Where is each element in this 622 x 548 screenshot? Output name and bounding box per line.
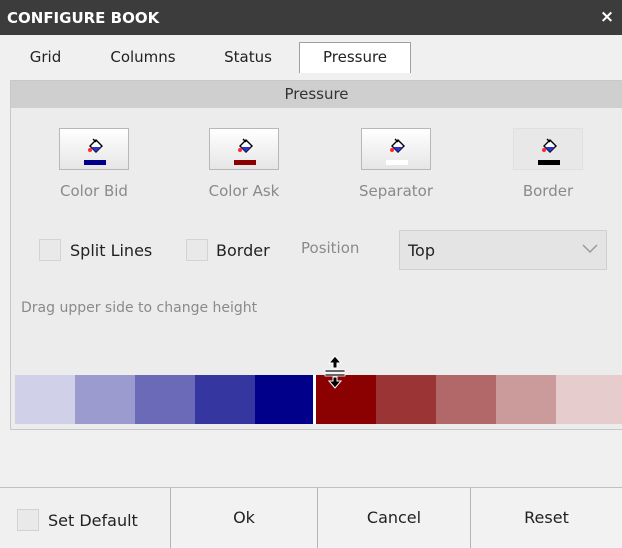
separator-label: Separator bbox=[358, 182, 434, 200]
strip-divider-handle[interactable] bbox=[313, 375, 316, 424]
position-label: Position bbox=[301, 239, 360, 257]
tab-pressure[interactable]: Pressure bbox=[299, 42, 411, 73]
ok-button-label: Ok bbox=[233, 508, 255, 527]
paint-bucket-icon bbox=[88, 138, 103, 153]
chevron-down-icon bbox=[582, 244, 598, 254]
bid-shade-cell bbox=[135, 375, 195, 424]
dialog-footer: Set Default Ok Cancel Reset bbox=[0, 487, 622, 548]
tab-label: Columns bbox=[110, 48, 176, 66]
tab-bar: Grid Columns Status Pressure bbox=[0, 35, 622, 74]
pressure-preview-strip[interactable] bbox=[15, 375, 622, 424]
tab-label: Grid bbox=[29, 48, 62, 66]
ask-shade-cell bbox=[496, 375, 556, 424]
bid-shade-cell bbox=[195, 375, 255, 424]
split-lines-label: Split Lines bbox=[70, 241, 153, 260]
swatch-bar bbox=[386, 160, 408, 165]
panel-header: Pressure bbox=[11, 81, 622, 108]
tab-label: Status bbox=[224, 48, 272, 66]
reset-button[interactable]: Reset bbox=[471, 488, 622, 548]
cancel-button[interactable]: Cancel bbox=[318, 488, 471, 548]
window-title: CONFIGURE BOOK bbox=[7, 8, 160, 27]
swatch-bar bbox=[234, 160, 256, 165]
color-bid-button[interactable] bbox=[59, 128, 129, 170]
border-color-button[interactable] bbox=[513, 128, 583, 170]
ask-shade-cell bbox=[556, 375, 622, 424]
paint-bucket-icon bbox=[542, 138, 557, 153]
position-select-value: Top bbox=[408, 241, 435, 260]
close-button[interactable]: × bbox=[598, 7, 616, 27]
swatch-bar bbox=[538, 160, 560, 165]
ok-button[interactable]: Ok bbox=[170, 488, 318, 548]
close-icon: × bbox=[599, 7, 615, 27]
resize-vertical-cursor-icon bbox=[324, 355, 346, 389]
bid-shade-cell bbox=[75, 375, 135, 424]
set-default-label: Set Default bbox=[48, 511, 138, 530]
reset-button-label: Reset bbox=[524, 508, 569, 527]
tab-label: Pressure bbox=[322, 48, 388, 66]
split-lines-checkbox[interactable] bbox=[39, 239, 61, 261]
cancel-button-label: Cancel bbox=[366, 508, 422, 527]
tab-columns[interactable]: Columns bbox=[96, 43, 190, 72]
tab-grid[interactable]: Grid bbox=[18, 43, 73, 72]
position-select[interactable]: Top bbox=[399, 230, 607, 270]
separator-color-button[interactable] bbox=[361, 128, 431, 170]
paint-bucket-icon bbox=[238, 138, 253, 153]
resize-hint: Drag upper side to change height bbox=[21, 300, 258, 316]
set-default-checkbox[interactable] bbox=[17, 509, 39, 531]
ask-shade-cell bbox=[436, 375, 496, 424]
border-label: Border bbox=[216, 241, 270, 260]
ask-shade-cell bbox=[376, 375, 436, 424]
color-ask-button[interactable] bbox=[209, 128, 279, 170]
color-bid-label: Color Bid bbox=[60, 182, 128, 200]
tab-status[interactable]: Status bbox=[208, 43, 288, 72]
bid-shade-cell bbox=[255, 375, 316, 424]
bid-shade-cell bbox=[15, 375, 75, 424]
border-checkbox[interactable] bbox=[186, 239, 208, 261]
border-color-label: Border bbox=[522, 182, 574, 200]
paint-bucket-icon bbox=[390, 138, 405, 153]
title-bar: CONFIGURE BOOK × bbox=[0, 0, 622, 35]
color-ask-label: Color Ask bbox=[208, 182, 280, 200]
swatch-bar bbox=[84, 160, 106, 165]
